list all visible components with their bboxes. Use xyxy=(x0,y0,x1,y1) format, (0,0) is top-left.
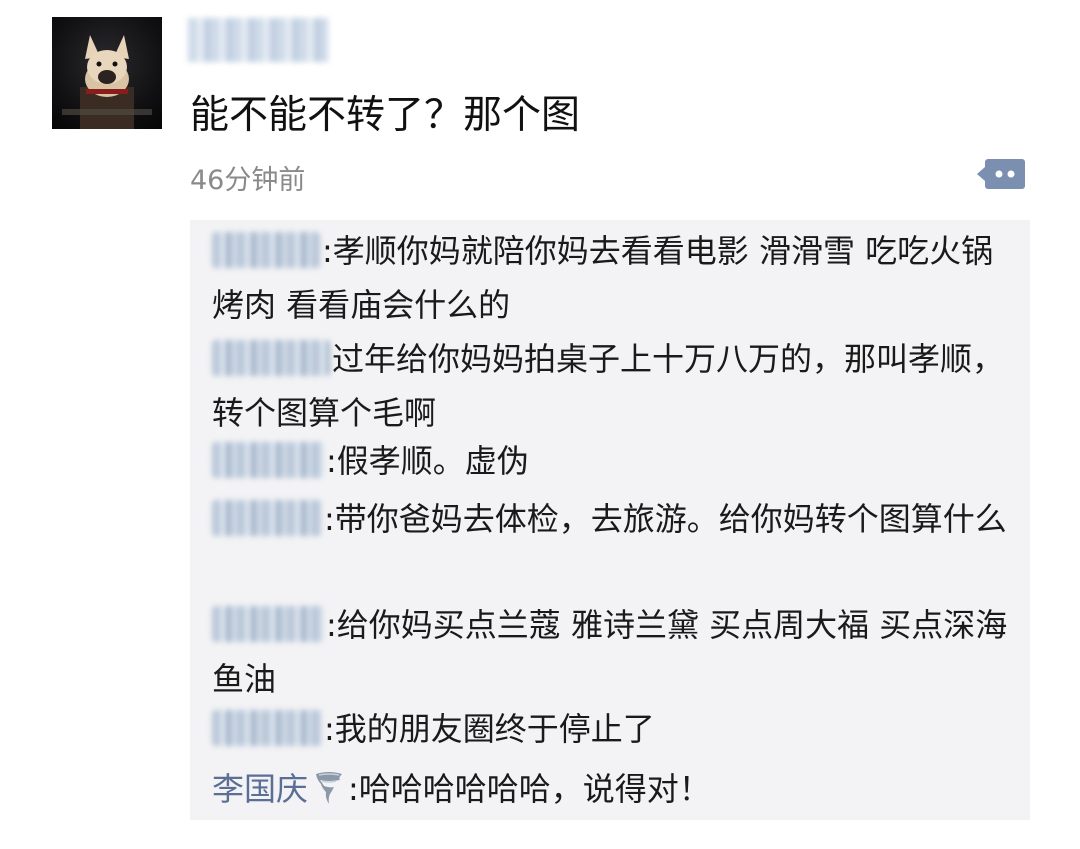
post-timestamp: 46分钟前 xyxy=(190,165,306,196)
commenter-name-redacted[interactable] xyxy=(212,232,320,268)
avatar[interactable] xyxy=(52,17,162,129)
comment-item: 李国庆 :哈哈哈哈哈哈，说得对！ xyxy=(212,770,711,808)
author-name-redacted xyxy=(188,18,328,62)
comment-text: 哈哈哈哈哈哈，说得对！ xyxy=(358,770,711,808)
commenter-name-redacted[interactable] xyxy=(212,710,322,746)
commenter-name-redacted[interactable] xyxy=(212,340,330,376)
comment-text: 假孝顺。虚伪 xyxy=(336,442,529,480)
comment-action-icon xyxy=(977,159,1025,189)
comment-item: :孝顺你妈就陪你妈去看看电影 滑滑雪 吃吃火锅烤肉 看看庙会什么的 xyxy=(212,232,994,324)
post-text: 能不能不转了？那个图 xyxy=(190,93,581,138)
comment-item: 过年给你妈妈拍桌子上十万八万的，那叫孝顺，转个图算个毛啊 xyxy=(212,332,1012,440)
comment-text: 过年给你妈妈拍桌子上十万八万的，那叫孝顺，转个图算个毛啊 xyxy=(212,340,1005,432)
commenter-name-redacted[interactable] xyxy=(212,606,324,642)
comment-item: :带你爸妈去体检，去旅游。给你妈转个图算什么 xyxy=(212,492,1012,546)
comment-button[interactable] xyxy=(975,155,1027,193)
comment-item: :我的朋友圈终于停止了 xyxy=(212,702,1012,756)
tornado-emoji-icon xyxy=(316,772,343,804)
comment-text: 带你爸妈去体检，去旅游。给你妈转个图算什么 xyxy=(334,500,1007,538)
comment-item: :假孝顺。虚伪 xyxy=(212,434,1012,488)
commenter-name-redacted[interactable] xyxy=(212,500,322,536)
commenter-name-redacted[interactable] xyxy=(212,442,324,478)
dog-avatar-icon xyxy=(62,35,152,129)
commenter-name[interactable]: 李国庆 xyxy=(212,770,308,808)
comment-text: 我的朋友圈终于停止了 xyxy=(334,710,655,748)
comment-item: :给你妈买点兰蔻 雅诗兰黛 买点周大福 买点深海鱼油 xyxy=(212,606,1008,698)
comments-section: :孝顺你妈就陪你妈去看看电影 滑滑雪 吃吃火锅烤肉 看看庙会什么的 过年给你妈妈… xyxy=(190,220,1030,820)
